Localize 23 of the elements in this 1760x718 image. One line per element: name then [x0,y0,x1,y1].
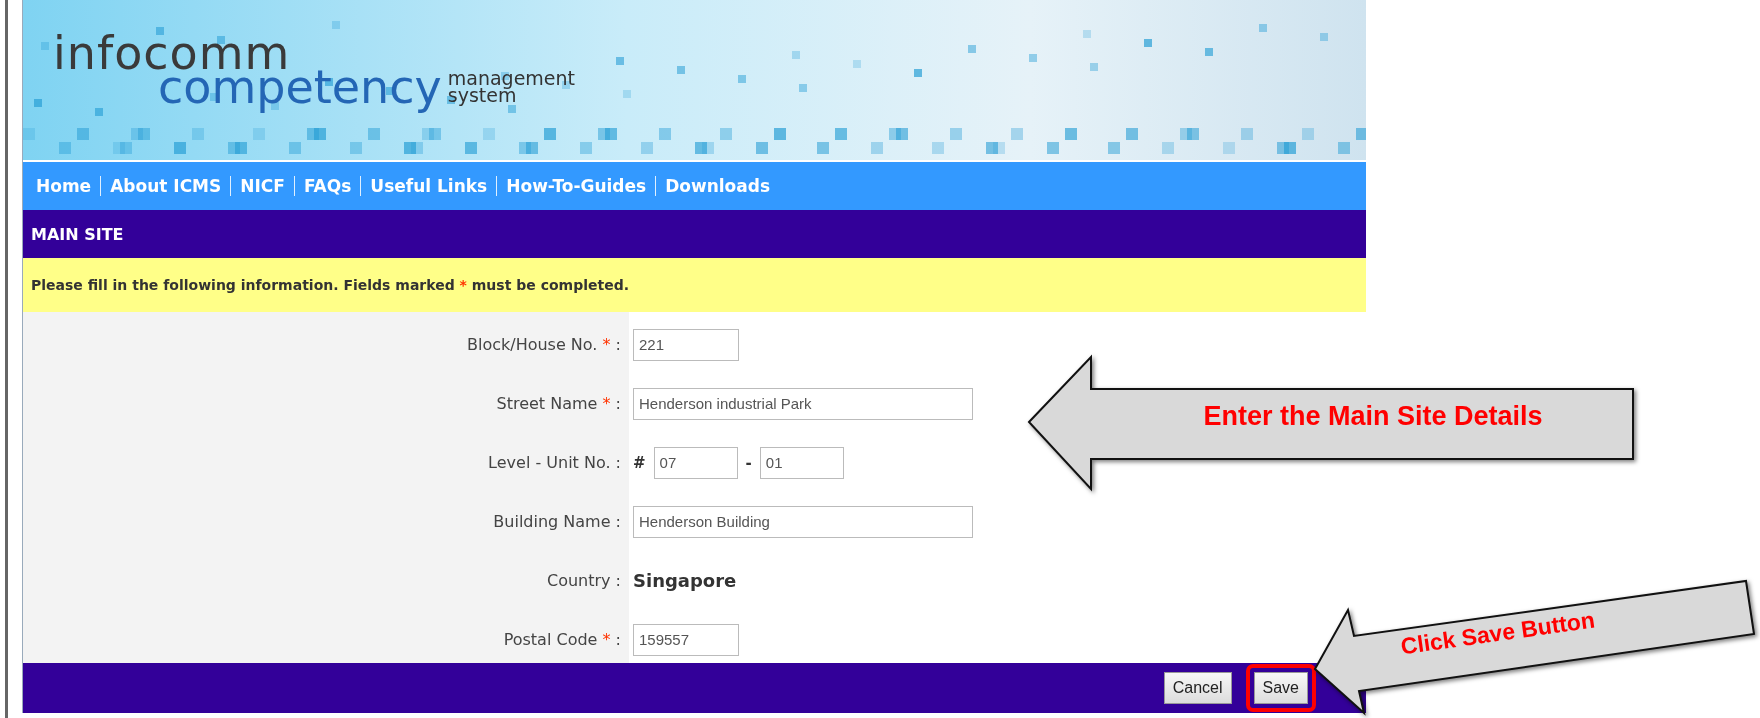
logo-text: system [447,87,517,105]
field-label: Postal Code * : [503,630,621,649]
dash-sign: - [745,453,752,472]
notice-text: Please fill in the following information. Fields marked * must be completed. [31,277,629,293]
section-title: MAIN SITE [31,224,124,244]
callout-text: Enter the Main Site Details [1202,401,1544,432]
save-button[interactable]: Save [1253,672,1308,704]
field-label: Street Name * : [496,394,621,413]
field-label: Block/House No. * : [466,335,621,354]
level-field[interactable]: 07 [653,446,738,479]
hash-sign: # [633,453,646,472]
text-field[interactable]: Henderson industrial Park [633,387,973,420]
cancel-button[interactable]: Cancel [1163,672,1232,704]
field-label: Country : [546,571,621,590]
callout-text: Click Save Button [1399,606,1597,661]
text-field[interactable]: 159557 [633,623,739,656]
text-field[interactable]: 221 [633,328,739,361]
unit-field[interactable]: 01 [759,446,844,479]
logo-text: management [447,69,576,87]
field-label: Level - Unit No. : [488,453,621,472]
field-value: Singapore [633,570,737,591]
text-field[interactable]: Henderson Building [633,505,973,538]
field-label: Building Name : [493,512,621,531]
